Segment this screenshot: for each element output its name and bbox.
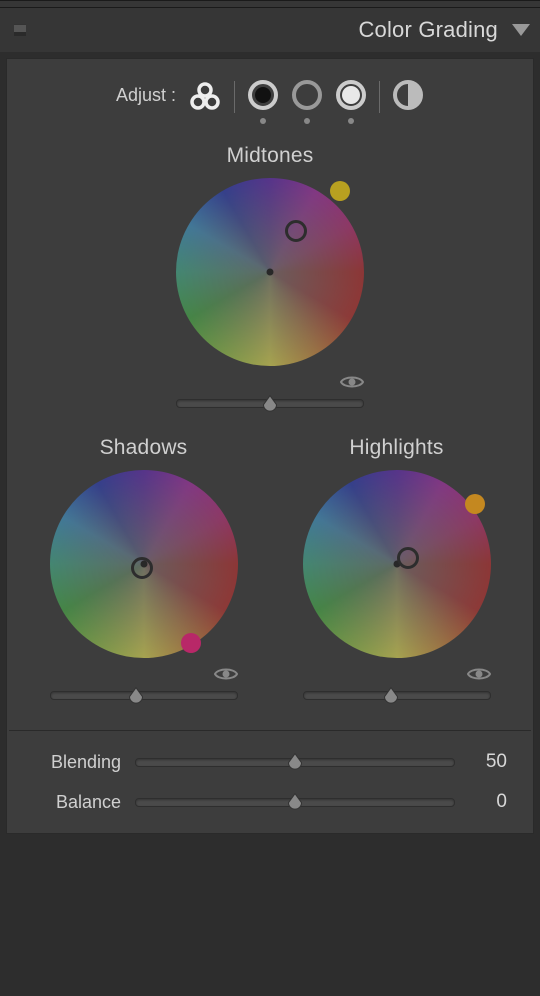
panel-top-divider [0,0,540,8]
divider [379,81,380,113]
midtones-wheel-icon [291,79,323,111]
slider-thumb[interactable] [128,686,145,703]
indicator-dot [260,118,266,124]
adjust-label: Adjust : [116,85,176,106]
indicator-dot [348,118,354,124]
indicator-dot [304,118,310,124]
wheel-center-dot [267,269,274,276]
highlights-section [303,470,491,700]
global-wheel-icon [392,79,424,111]
shadows-luminance-slider[interactable] [50,691,238,700]
panel-header[interactable]: Color Grading [0,8,540,52]
slider-thumb[interactable] [382,686,399,703]
divider [234,81,235,113]
balance-slider[interactable] [135,798,455,807]
adjust-highlights-button[interactable] [335,79,367,124]
midtones-title: Midtones [9,144,531,168]
shadows-hue-indicator[interactable] [181,633,201,653]
blending-slider[interactable] [135,758,455,767]
shadows-color-target[interactable] [131,557,153,579]
collapse-icon[interactable] [512,24,530,36]
blending-value[interactable]: 50 [469,751,507,773]
highlights-color-wheel[interactable] [303,470,491,658]
midtones-hue-indicator[interactable] [330,181,350,201]
midtones-section [9,178,531,408]
shadows-color-wheel[interactable] [50,470,238,658]
balance-label: Balance [33,792,121,813]
shadows-section [50,470,238,700]
blending-label: Blending [33,752,121,773]
highlights-visibility-toggle[interactable] [467,666,491,687]
highlights-wheel-icon [335,79,367,111]
highlights-title: Highlights [349,436,443,460]
adjust-three-way-button[interactable] [188,79,222,113]
midtones-luminance-slider[interactable] [176,399,364,408]
panel-body: Adjust : [6,58,534,834]
midtones-visibility-toggle[interactable] [340,374,364,395]
shadows-visibility-toggle[interactable] [214,666,238,687]
adjust-mode-row: Adjust : [9,73,531,126]
midtones-color-wheel[interactable] [176,178,364,366]
slider-thumb[interactable] [287,753,304,770]
highlights-luminance-slider[interactable] [303,691,491,700]
shadows-wheel-icon [247,79,279,111]
highlights-hue-indicator[interactable] [465,494,485,514]
adjust-global-button[interactable] [392,79,424,111]
highlights-color-target[interactable] [397,547,419,569]
shadows-title: Shadows [100,436,188,460]
adjust-midtones-button[interactable] [291,79,323,124]
adjust-shadows-button[interactable] [247,79,279,124]
panel-title: Color Grading [358,17,498,43]
eye-icon [214,666,238,682]
panel-power-toggle[interactable] [14,24,26,36]
balance-value[interactable]: 0 [469,791,507,813]
eye-icon [340,374,364,390]
eye-icon [467,666,491,682]
slider-thumb[interactable] [287,793,304,810]
global-sliders: Blending 50 Balance 0 [9,730,531,833]
slider-thumb[interactable] [262,394,279,411]
three-wheels-icon [188,79,222,113]
midtones-color-target[interactable] [285,220,307,242]
